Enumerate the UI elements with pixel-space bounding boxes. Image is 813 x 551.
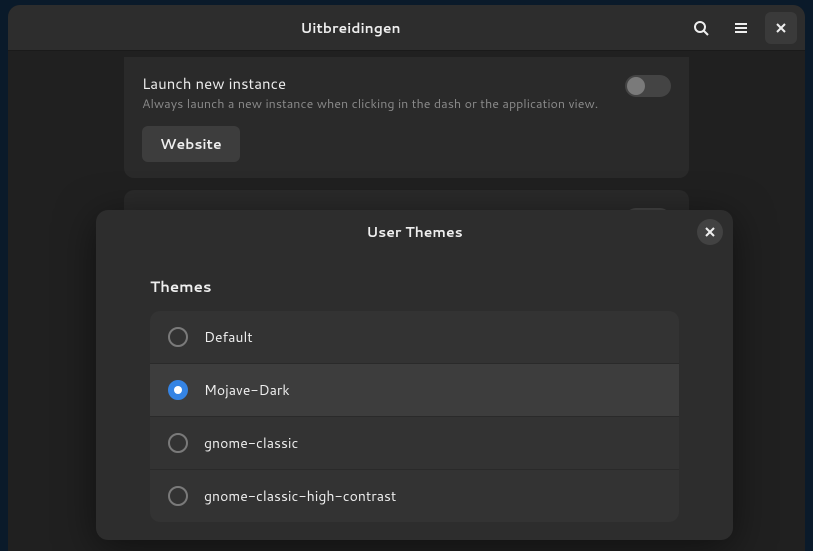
dialog-title: User Themes (106, 222, 723, 242)
theme-label: gnome-classic (204, 433, 298, 453)
radio-button (168, 486, 188, 506)
titlebar: Uitbreidingen (8, 5, 805, 51)
theme-option-gnome-classic-high-contrast[interactable]: gnome-classic-high-contrast (150, 470, 679, 522)
dialog-titlebar: User Themes (96, 210, 733, 254)
extensions-window: Uitbreidingen Launch new instance Always… (8, 5, 805, 551)
close-icon (705, 227, 715, 237)
extension-header: Launch new instance Always launch a new … (142, 73, 671, 114)
user-themes-dialog: User Themes Themes Default Mojave-Dark g… (96, 210, 733, 540)
menu-button[interactable] (725, 12, 757, 44)
toggle-knob (627, 77, 645, 95)
extension-info: Launch new instance Always launch a new … (142, 73, 613, 114)
theme-label: Mojave-Dark (204, 380, 290, 400)
extension-description: Always launch a new instance when clicki… (142, 96, 613, 114)
radio-button (168, 327, 188, 347)
dialog-close-button[interactable] (697, 219, 723, 245)
radio-button (168, 433, 188, 453)
theme-option-default[interactable]: Default (150, 311, 679, 364)
window-title: Uitbreidingen (16, 18, 685, 38)
close-icon (775, 22, 787, 34)
theme-option-gnome-classic[interactable]: gnome-classic (150, 417, 679, 470)
extension-toggle[interactable] (625, 75, 671, 97)
theme-option-mojave-dark[interactable]: Mojave-Dark (150, 364, 679, 417)
theme-label: gnome-classic-high-contrast (204, 486, 396, 506)
titlebar-actions (685, 12, 797, 44)
website-button[interactable]: Website (142, 126, 240, 162)
theme-label: Default (204, 327, 253, 347)
themes-heading: Themes (150, 276, 679, 297)
extension-title: Launch new instance (142, 73, 613, 94)
extension-card: Launch new instance Always launch a new … (124, 57, 689, 178)
hamburger-icon (733, 20, 749, 36)
search-button[interactable] (685, 12, 717, 44)
search-icon (693, 20, 709, 36)
dialog-body: Themes Default Mojave-Dark gnome-classic… (96, 254, 733, 540)
window-close-button[interactable] (765, 12, 797, 44)
theme-list: Default Mojave-Dark gnome-classic gnome-… (150, 311, 679, 522)
radio-button (168, 380, 188, 400)
